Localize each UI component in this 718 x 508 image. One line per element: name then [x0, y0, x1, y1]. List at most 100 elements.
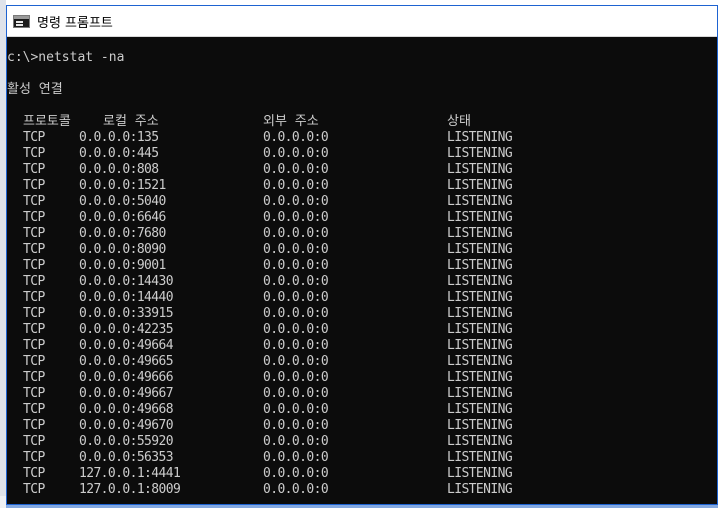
connection-proto: TCP: [23, 242, 45, 257]
connection-state: LISTENING: [447, 194, 513, 209]
connection-foreign-address: 0.0.0.0:0: [263, 370, 329, 385]
connection-proto: TCP: [23, 290, 45, 305]
connection-row: TCP 0.0.0.0:1521 0.0.0.0:0 LISTENING: [7, 178, 717, 194]
connection-row: TCP 0.0.0.0:135 0.0.0.0:0 LISTENING: [7, 130, 717, 146]
connection-foreign-address: 0.0.0.0:0: [263, 338, 329, 353]
connection-foreign-address: 0.0.0.0:0: [263, 322, 329, 337]
connection-foreign-address: 0.0.0.0:0: [263, 226, 329, 241]
console-output[interactable]: c:\>netstat -na 활성 연결 프로토콜 로컬 주소 외부 주소 상…: [7, 50, 717, 498]
connection-proto: TCP: [23, 482, 45, 497]
connection-row: TCP 0.0.0.0:808 0.0.0.0:0 LISTENING: [7, 162, 717, 178]
connection-foreign-address: 0.0.0.0:0: [263, 482, 329, 497]
connection-row: TCP 0.0.0.0:6646 0.0.0.0:0 LISTENING: [7, 210, 717, 226]
connection-foreign-address: 0.0.0.0:0: [263, 290, 329, 305]
connection-row: TCP 0.0.0.0:49666 0.0.0.0:0 LISTENING: [7, 370, 717, 386]
connection-row: TCP 0.0.0.0:14430 0.0.0.0:0 LISTENING: [7, 274, 717, 290]
connection-local-address: 0.0.0.0:6646: [79, 210, 166, 225]
connection-state: LISTENING: [447, 338, 513, 353]
connection-local-address: 0.0.0.0:14430: [79, 274, 174, 289]
connection-foreign-address: 0.0.0.0:0: [263, 130, 329, 145]
connection-proto: TCP: [23, 178, 45, 193]
connection-state: LISTENING: [447, 146, 513, 161]
connection-row: TCP 0.0.0.0:8090 0.0.0.0:0 LISTENING: [7, 242, 717, 258]
connection-foreign-address: 0.0.0.0:0: [263, 146, 329, 161]
connection-proto: TCP: [23, 434, 45, 449]
connection-row: TCP 127.0.0.1:8009 0.0.0.0:0 LISTENING: [7, 482, 717, 498]
connection-local-address: 0.0.0.0:49664: [79, 338, 174, 353]
connection-foreign-address: 0.0.0.0:0: [263, 178, 329, 193]
connection-local-address: 0.0.0.0:33915: [79, 306, 174, 321]
connection-foreign-address: 0.0.0.0:0: [263, 306, 329, 321]
connection-proto: TCP: [23, 354, 45, 369]
connection-proto: TCP: [23, 386, 45, 401]
connection-foreign-address: 0.0.0.0:0: [263, 418, 329, 433]
connection-proto: TCP: [23, 338, 45, 353]
connection-state: LISTENING: [447, 210, 513, 225]
connection-local-address: 0.0.0.0:445: [79, 146, 159, 161]
connection-row: TCP 0.0.0.0:55920 0.0.0.0:0 LISTENING: [7, 434, 717, 450]
connection-local-address: 0.0.0.0:1521: [79, 178, 166, 193]
connection-local-address: 0.0.0.0:55920: [79, 434, 174, 449]
connection-foreign-address: 0.0.0.0:0: [263, 354, 329, 369]
connection-foreign-address: 0.0.0.0:0: [263, 466, 329, 481]
connection-list: TCP 0.0.0.0:135 0.0.0.0:0 LISTENING TCP 0.0.0…: [7, 130, 717, 498]
connection-row: TCP 0.0.0.0:49664 0.0.0.0:0 LISTENING: [7, 338, 717, 354]
connection-local-address: 0.0.0.0:9001: [79, 258, 166, 273]
connection-foreign-address: 0.0.0.0:0: [263, 162, 329, 177]
connection-proto: TCP: [23, 258, 45, 273]
connection-state: LISTENING: [447, 322, 513, 337]
connection-state: LISTENING: [447, 434, 513, 449]
connection-local-address: 0.0.0.0:49667: [79, 386, 174, 401]
connection-row: TCP 0.0.0.0:9001 0.0.0.0:0 LISTENING: [7, 258, 717, 274]
connection-state: LISTENING: [447, 258, 513, 273]
connection-foreign-address: 0.0.0.0:0: [263, 450, 329, 465]
connection-state: LISTENING: [447, 130, 513, 145]
connection-row: TCP 0.0.0.0:49668 0.0.0.0:0 LISTENING: [7, 402, 717, 418]
command-line: c:\>netstat -na: [7, 50, 125, 65]
connection-local-address: 0.0.0.0:808: [79, 162, 159, 177]
connection-foreign-address: 0.0.0.0:0: [263, 194, 329, 209]
connection-row: TCP 0.0.0.0:49665 0.0.0.0:0 LISTENING: [7, 354, 717, 370]
connection-state: LISTENING: [447, 370, 513, 385]
section-title: 활성 연결: [7, 82, 63, 97]
connection-local-address: 0.0.0.0:49670: [79, 418, 174, 433]
connection-row: TCP 0.0.0.0:49670 0.0.0.0:0 LISTENING: [7, 418, 717, 434]
connection-proto: TCP: [23, 274, 45, 289]
connection-row: TCP 0.0.0.0:5040 0.0.0.0:0 LISTENING: [7, 194, 717, 210]
connection-state: LISTENING: [447, 242, 513, 257]
connection-foreign-address: 0.0.0.0:0: [263, 242, 329, 257]
connection-local-address: 0.0.0.0:7680: [79, 226, 166, 241]
connection-foreign-address: 0.0.0.0:0: [263, 274, 329, 289]
connection-proto: TCP: [23, 146, 45, 161]
connection-row: TCP 0.0.0.0:56353 0.0.0.0:0 LISTENING: [7, 450, 717, 466]
command-prompt-icon[interactable]: [13, 14, 30, 28]
connection-local-address: 0.0.0.0:8090: [79, 242, 166, 257]
connection-state: LISTENING: [447, 482, 513, 497]
command-prompt-window[interactable]: 명령 프롬프트 c:\>netstat -na 활성 연결 프로토콜 로컬 주소…: [6, 5, 718, 505]
connection-proto: TCP: [23, 402, 45, 417]
header-proto: 프로토콜: [23, 114, 71, 129]
title-bar[interactable]: 명령 프롬프트: [7, 6, 717, 37]
connection-state: LISTENING: [447, 450, 513, 465]
connection-proto: TCP: [23, 418, 45, 433]
window-title: 명령 프롬프트: [37, 15, 113, 31]
connection-row: TCP 0.0.0.0:445 0.0.0.0:0 LISTENING: [7, 146, 717, 162]
connection-proto: TCP: [23, 226, 45, 241]
connection-local-address: 0.0.0.0:56353: [79, 450, 174, 465]
connection-foreign-address: 0.0.0.0:0: [263, 402, 329, 417]
connection-proto: TCP: [23, 466, 45, 481]
connection-local-address: 0.0.0.0:5040: [79, 194, 166, 209]
connection-foreign-address: 0.0.0.0:0: [263, 210, 329, 225]
connection-local-address: 0.0.0.0:42235: [79, 322, 174, 337]
header-state: 상태: [447, 114, 471, 129]
connection-local-address: 127.0.0.1:4441: [79, 466, 181, 481]
connection-state: LISTENING: [447, 306, 513, 321]
connection-state: LISTENING: [447, 386, 513, 401]
header-foreign-address: 외부 주소: [263, 114, 319, 129]
connection-state: LISTENING: [447, 466, 513, 481]
connection-state: LISTENING: [447, 162, 513, 177]
connection-state: LISTENING: [447, 178, 513, 193]
connection-proto: TCP: [23, 322, 45, 337]
connection-state: LISTENING: [447, 402, 513, 417]
